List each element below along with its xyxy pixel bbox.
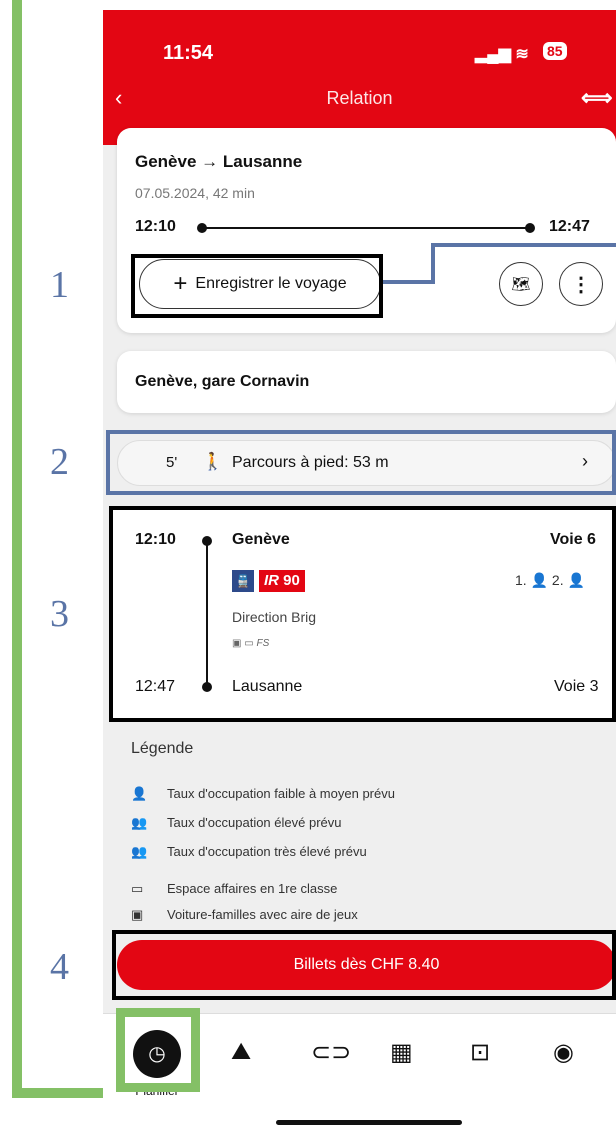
annotation-connector-1b [431, 243, 435, 284]
home-indicator [276, 1120, 462, 1125]
tab-profile[interactable]: ◉ [553, 1038, 574, 1067]
tab-shop[interactable]: ⊡ [470, 1038, 490, 1067]
legend-item: ▭ Espace affaires en 1re classe [131, 881, 338, 896]
business-icon: ▭ [131, 881, 144, 896]
annotation-frame-left [12, 0, 22, 1098]
annotation-number-4: 4 [50, 946, 69, 988]
annotation-number-2: 2 [50, 441, 69, 483]
annotation-number-3: 3 [50, 593, 69, 635]
route-title: Genève → Lausanne [135, 152, 303, 171]
timeline-bar [197, 223, 535, 233]
annotation-connector-1c [431, 243, 616, 247]
map-button[interactable]: 🗺 [499, 262, 543, 306]
tab-tickets[interactable]: ⊂⊃ [311, 1038, 351, 1067]
phone-screen: 11:54 ▂▄▆ ≋ 85 ‹ Relation ⟺ Genève → Lau… [103, 10, 616, 1110]
trip-date-duration: 07.05.2024, 42 min [135, 185, 255, 201]
header-bar: 11:54 ▂▄▆ ≋ 85 ‹ Relation ⟺ [103, 10, 616, 145]
occupancy-high-icon: 👥 [131, 815, 148, 830]
tab-routes[interactable]: ⛰ [231, 1038, 251, 1066]
family-car-icon: ▣ [131, 907, 144, 922]
qr-code-icon: ▦ [390, 1039, 413, 1066]
station-name: Genève, gare Cornavin [135, 373, 310, 390]
more-vertical-icon: ⋮ [571, 273, 591, 296]
legend-item: 👤 Taux d'occupation faible à moyen prévu [131, 786, 395, 801]
annotation-connector-1 [383, 280, 431, 284]
legend-item: 👥 Taux d'occupation très élevé prévu [131, 844, 367, 859]
annotation-highlight-planifier [116, 1008, 200, 1092]
occupancy-very-high-icon: 👥 [131, 844, 148, 859]
map-icon: 🗺 [511, 276, 531, 293]
train-station-icon: ⛰ [231, 1038, 252, 1065]
signal-wifi-icon: ▂▄▆ ≋ [475, 46, 529, 63]
sbb-logo-icon: ⟺ [581, 85, 613, 110]
shop-icon: ⊡ [470, 1039, 491, 1066]
timeline-end-dot [525, 223, 535, 233]
annotation-number-1: 1 [50, 264, 69, 306]
station-card: Genève, gare Cornavin [117, 351, 616, 413]
timeline-start-dot [197, 223, 207, 233]
occupancy-low-icon: 👤 [131, 786, 148, 801]
arrival-time: 12:47 [549, 218, 590, 235]
annotation-box-4 [112, 930, 616, 1000]
page-title: Relation [326, 88, 393, 108]
legend-list: 👤 Taux d'occupation faible à moyen prévu … [131, 786, 601, 933]
annotation-box-1 [131, 254, 383, 318]
legend-title: Légende [131, 740, 194, 757]
battery-icon: 85 [543, 42, 567, 60]
more-options-button[interactable]: ⋮ [559, 262, 603, 306]
departure-time: 12:10 [135, 218, 176, 235]
tab-qr[interactable]: ▦ [390, 1038, 413, 1067]
profile-icon: ◉ [553, 1039, 574, 1066]
legend-item: 👥 Taux d'occupation élevé prévu [131, 815, 342, 830]
status-time: 11:54 [163, 42, 214, 64]
ticket-icon: ⊂⊃ [311, 1039, 352, 1066]
annotation-box-2 [106, 430, 616, 495]
annotation-box-3 [109, 506, 616, 722]
